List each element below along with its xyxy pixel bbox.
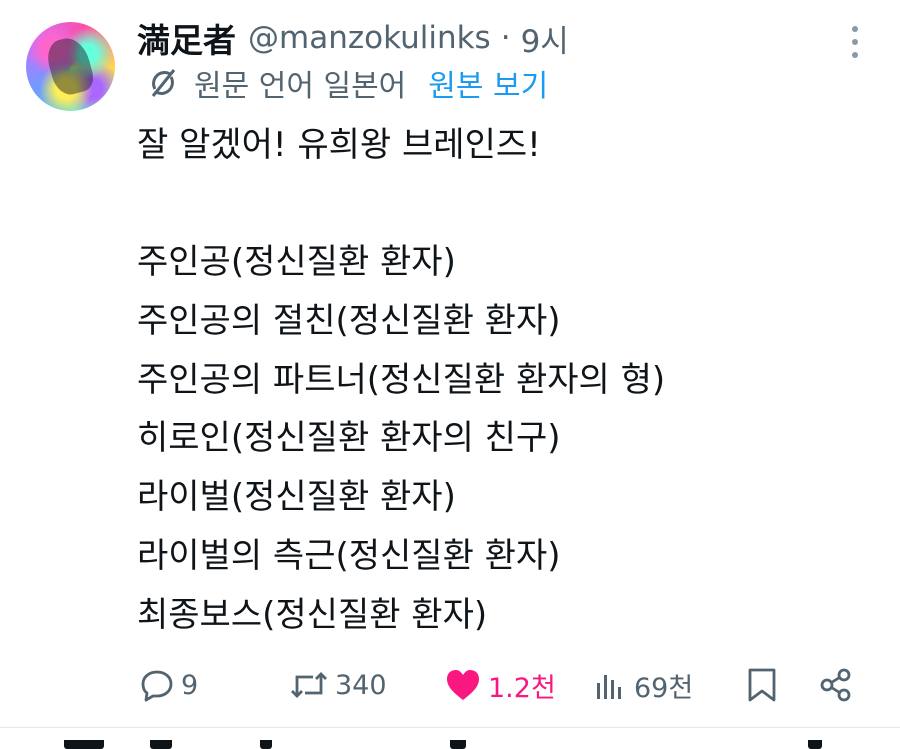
post-text-line: 히로인(정신질환 환자의 친구) bbox=[137, 418, 561, 459]
post-text: 잘 알겠어! 유희왕 브레인즈! 주인공(정신질환 환자) 주인공의 절친(정신… bbox=[137, 116, 877, 644]
repost-icon bbox=[291, 672, 327, 698]
translate-icon bbox=[151, 69, 176, 97]
post-text-blank-line bbox=[137, 175, 877, 234]
author-handle[interactable]: @manzokulinks bbox=[248, 20, 491, 56]
reply-button[interactable]: 9 bbox=[139, 660, 198, 710]
views-icon bbox=[597, 675, 621, 699]
repost-count: 340 bbox=[335, 669, 387, 701]
repost-button[interactable]: 340 bbox=[289, 660, 387, 710]
post-timestamp[interactable]: 9시 bbox=[521, 16, 569, 61]
share-icon bbox=[820, 668, 851, 702]
share-button[interactable] bbox=[818, 660, 854, 710]
avatar[interactable] bbox=[26, 22, 115, 111]
post-text-line: 주인공의 파트너(정신질환 환자의 형) bbox=[137, 359, 666, 400]
next-post-preview bbox=[0, 740, 900, 749]
show-original-link[interactable]: 원본 보기 bbox=[428, 61, 548, 105]
like-button[interactable]: 1.2천 bbox=[444, 660, 556, 710]
bookmark-button[interactable] bbox=[746, 660, 778, 710]
views-count: 69천 bbox=[634, 672, 694, 704]
post-text-line: 라이벌(정신질환 환자) bbox=[137, 477, 456, 518]
post-text-line: 잘 알겠어! 유희왕 브레인즈! bbox=[137, 125, 541, 165]
action-bar: 9 340 1.2천 69천 bbox=[137, 660, 877, 710]
post-divider bbox=[0, 727, 900, 728]
views-button[interactable]: 69천 bbox=[592, 660, 693, 710]
separator-dot: · bbox=[500, 20, 511, 56]
post-text-line: 주인공(정신질환 환자) bbox=[137, 242, 456, 283]
like-icon bbox=[447, 670, 479, 700]
translation-bar: 원문 언어 일본어 원본 보기 bbox=[146, 62, 548, 104]
more-options-icon[interactable] bbox=[846, 26, 864, 58]
author-name[interactable]: 満足者 bbox=[137, 14, 236, 62]
reply-icon bbox=[141, 670, 173, 702]
post-header: 満足者 @manzokulinks · 9시 bbox=[137, 16, 569, 60]
translation-label: 원문 언어 일본어 bbox=[194, 69, 407, 104]
bookmark-icon bbox=[748, 668, 776, 702]
post-text-line: 주인공의 절친(정신질환 환자) bbox=[137, 301, 561, 342]
post-text-line: 최종보스(정신질환 환자) bbox=[137, 594, 488, 635]
reply-count: 9 bbox=[181, 669, 199, 701]
post-text-line: 라이벌의 측근(정신질환 환자) bbox=[137, 535, 561, 576]
like-count: 1.2천 bbox=[488, 672, 556, 704]
